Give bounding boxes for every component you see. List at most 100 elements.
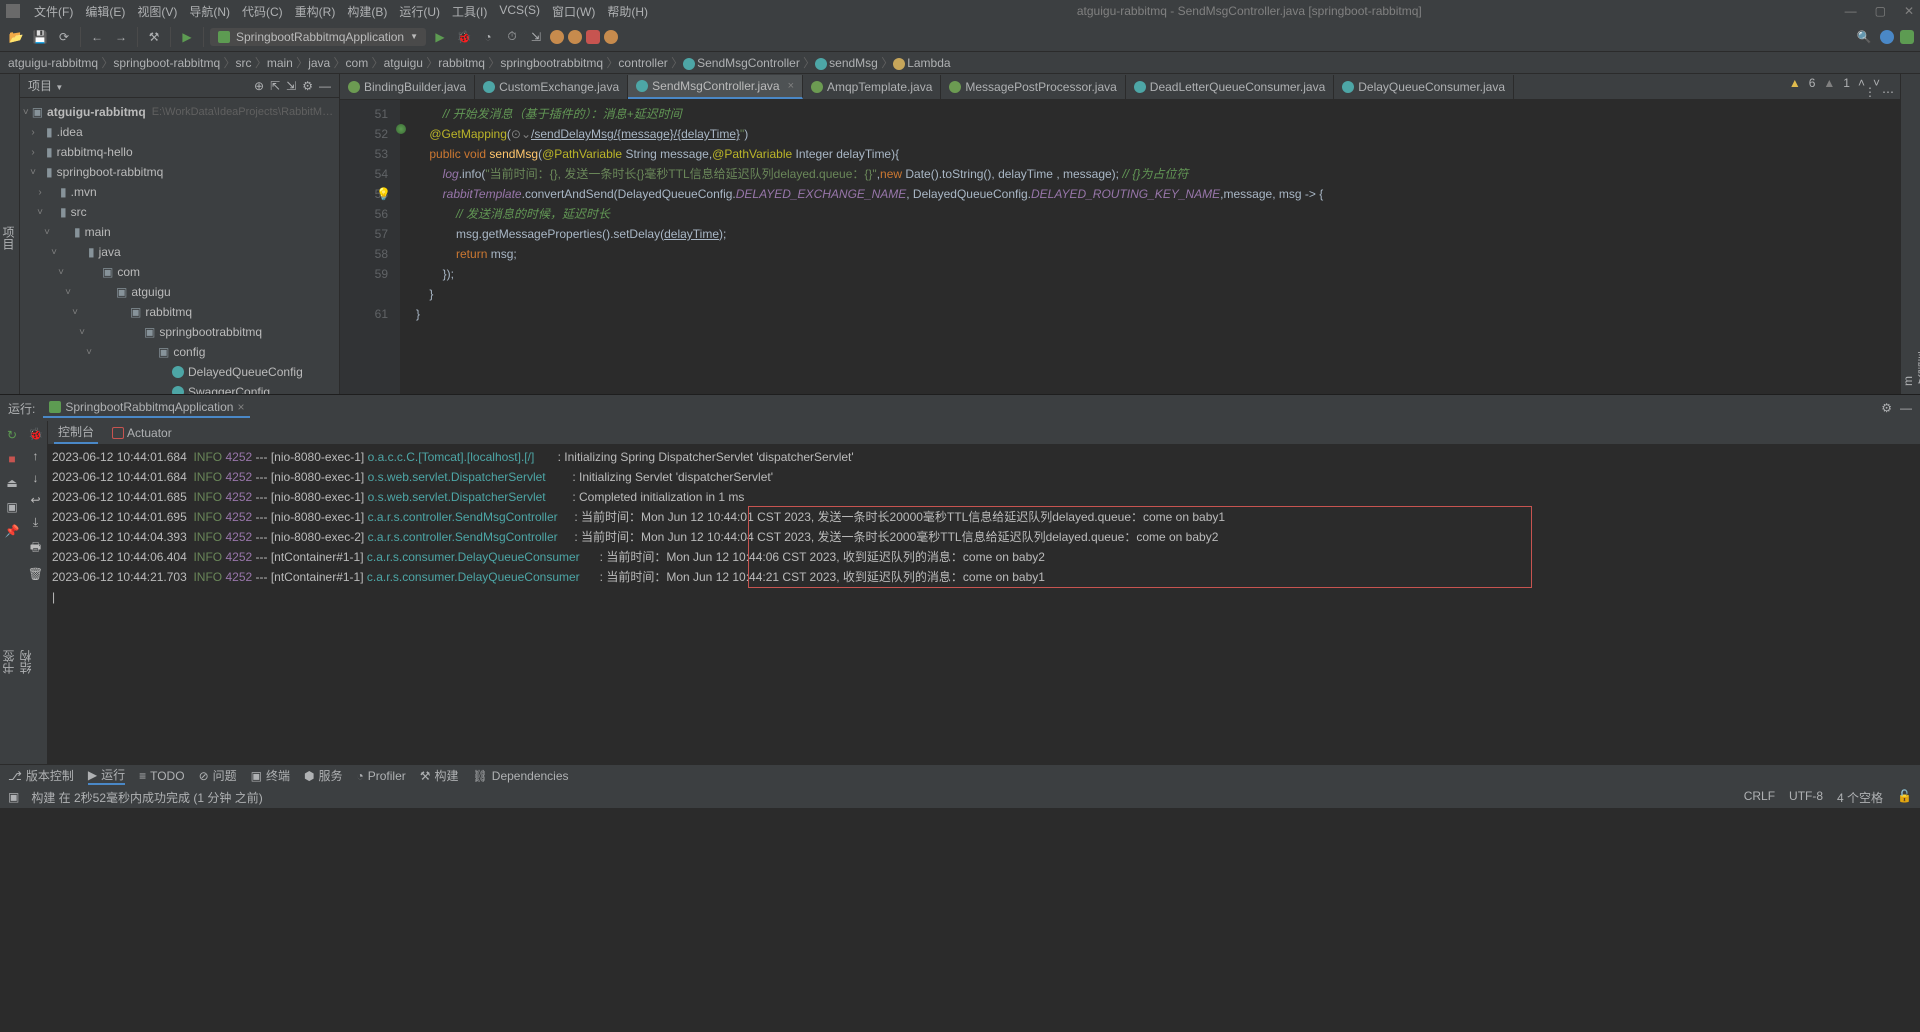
pin-icon[interactable]: 📌 <box>4 523 20 539</box>
attach-icon[interactable]: ⇲ <box>526 27 546 47</box>
todo-tab[interactable]: ≡ TODO <box>139 769 184 783</box>
minimize-icon[interactable]: — <box>1845 4 1857 18</box>
tree-mvn[interactable]: ›▮.mvn <box>20 182 339 202</box>
crumb-main[interactable]: main <box>267 56 293 70</box>
rerun-icon[interactable]: ↻ <box>4 427 20 443</box>
editor-tab-BindingBuilder.java[interactable]: BindingBuilder.java <box>340 75 475 99</box>
database-tab[interactable]: 数据库 <box>1915 90 1920 386</box>
problems-tab[interactable]: ⊘ 问题 <box>199 767 237 784</box>
editor-tab-CustomExchange.java[interactable]: CustomExchange.java <box>475 75 628 99</box>
crumb-java[interactable]: java <box>308 56 330 70</box>
tree-delayedcfg[interactable]: DelayedQueueConfig <box>20 362 339 382</box>
editor-tab-MessagePostProcessor.java[interactable]: MessagePostProcessor.java <box>941 75 1125 99</box>
ide-settings-icon[interactable] <box>1900 30 1914 44</box>
menu-VCS(S)[interactable]: VCS(S) <box>493 3 546 20</box>
stop-icon[interactable]: ■ <box>4 451 20 467</box>
dependencies-tab[interactable]: ⛓ Dependencies <box>473 769 569 783</box>
maximize-icon[interactable]: ▢ <box>1875 4 1886 18</box>
intention-bulb-icon[interactable]: 💡 <box>376 184 391 204</box>
collapse-icon[interactable]: ⇲ <box>286 79 296 93</box>
menu-帮助(H)[interactable]: 帮助(H) <box>601 3 654 20</box>
code-inspection-status[interactable]: ▲6 ▲1 ˄ ˅ <box>1789 76 1880 90</box>
updates-icon[interactable] <box>1880 30 1894 44</box>
back-icon[interactable]: ← <box>87 27 107 47</box>
menu-视图(V)[interactable]: 视图(V) <box>131 3 183 20</box>
expand-icon[interactable]: ⇱ <box>270 79 280 93</box>
save-all-icon[interactable]: 💾 <box>30 27 50 47</box>
crumb-Lambda[interactable]: Lambda <box>893 56 950 70</box>
crumb-rabbitmq[interactable]: rabbitmq <box>438 56 485 70</box>
nav-breadcrumb[interactable]: atguigu-rabbitmq 〉springboot-rabbitmq 〉s… <box>0 52 1920 74</box>
tree-sbr[interactable]: ˅▣springbootrabbitmq <box>20 322 339 342</box>
readonly-lock-icon[interactable]: 🔓 <box>1897 789 1912 806</box>
console-output[interactable]: 2023-06-12 10:44:01.684 INFO 4252 --- [n… <box>48 445 1920 764</box>
vcs-tab[interactable]: ⎇ 版本控制 <box>8 767 74 784</box>
menu-代码(C)[interactable]: 代码(C) <box>236 3 289 20</box>
run-gutter-icon[interactable] <box>396 124 406 134</box>
dot1-icon[interactable] <box>550 30 564 44</box>
run-config-tab[interactable]: SpringbootRabbitmqApplication × <box>43 398 250 418</box>
settings-icon[interactable]: ⚙ <box>302 79 313 93</box>
main-menu[interactable]: 文件(F)编辑(E)视图(V)导航(N)代码(C)重构(R)构建(B)运行(U)… <box>28 3 654 20</box>
crumb-src[interactable]: src <box>235 56 251 70</box>
tree-root[interactable]: ˅▣atguigu-rabbitmqE:\WorkData\IdeaProjec… <box>20 102 339 122</box>
menu-构建(B)[interactable]: 构建(B) <box>341 3 393 20</box>
hide-icon[interactable]: — <box>1900 401 1912 415</box>
code-editor[interactable]: 💡 51525354555657585961 // 开始发消息（基于插件的）：消… <box>340 100 1900 394</box>
tree-rabbitmq[interactable]: ˅▣rabbitmq <box>20 302 339 322</box>
profile-icon[interactable]: ⏱ <box>502 27 522 47</box>
up-stack-icon[interactable]: ↑ <box>33 449 39 463</box>
tree-main[interactable]: ˅▮main <box>20 222 339 242</box>
editor-tab-SendMsgController.java[interactable]: SendMsgController.java× <box>628 75 803 99</box>
services-tab[interactable]: ⬢ 服务 <box>304 767 343 784</box>
editor-tab-AmqpTemplate.java[interactable]: AmqpTemplate.java <box>803 75 941 99</box>
open-icon[interactable]: 📂 <box>6 27 26 47</box>
menu-窗口(W)[interactable]: 窗口(W) <box>546 3 601 20</box>
up-icon[interactable]: ˄ <box>1858 76 1865 90</box>
menu-运行(U)[interactable]: 运行(U) <box>393 3 446 20</box>
actuator-tab[interactable]: Actuator <box>108 424 176 442</box>
tree-java[interactable]: ˅▮java <box>20 242 339 262</box>
sync-icon[interactable]: ⟳ <box>54 27 74 47</box>
crumb-springbootrabbitmq[interactable]: springbootrabbitmq <box>500 56 603 70</box>
settings-icon[interactable]: ⚙ <box>1881 401 1892 415</box>
build-tab[interactable]: ⚒ 构建 <box>420 767 459 784</box>
clear-icon[interactable]: 🗑 <box>28 567 43 581</box>
tree-atguigu[interactable]: ˅▣atguigu <box>20 282 339 302</box>
crumb-springboot-rabbitmq[interactable]: springboot-rabbitmq <box>113 56 220 70</box>
debug-icon[interactable]: 🐞 <box>454 27 474 47</box>
structure-tab[interactable]: 结构 <box>17 650 34 674</box>
file-encoding[interactable]: UTF-8 <box>1789 789 1823 806</box>
scroll-end-icon[interactable]: ⤓ <box>33 515 38 530</box>
line-separator[interactable]: CRLF <box>1744 789 1775 806</box>
chevron-down-icon[interactable]: ▼ <box>55 83 63 92</box>
tree-idea[interactable]: ›▮.idea <box>20 122 339 142</box>
editor-tab-DeadLetterQueueConsumer.java[interactable]: DeadLetterQueueConsumer.java <box>1126 75 1334 99</box>
profiler-tab[interactable]: ◔ Profiler <box>357 769 406 783</box>
crumb-sendMsg[interactable]: sendMsg <box>815 56 878 70</box>
close-icon[interactable]: × <box>788 80 794 92</box>
crumb-atguigu-rabbitmq[interactable]: atguigu-rabbitmq <box>8 56 98 70</box>
crumb-atguigu[interactable]: atguigu <box>384 56 423 70</box>
menu-导航(N)[interactable]: 导航(N) <box>183 3 236 20</box>
menu-工具(I)[interactable]: 工具(I) <box>446 3 493 20</box>
crumb-SendMsgController[interactable]: SendMsgController <box>683 56 800 70</box>
menu-编辑(E)[interactable]: 编辑(E) <box>79 3 131 20</box>
status-indicator-icon[interactable]: ▣ <box>8 790 19 804</box>
run-shortcut-icon[interactable]: ▶ <box>177 27 197 47</box>
close-tab-icon[interactable]: × <box>237 400 244 414</box>
project-tree[interactable]: ˅▣atguigu-rabbitmqE:\WorkData\IdeaProjec… <box>20 98 339 394</box>
dot2-icon[interactable] <box>568 30 582 44</box>
left-stripe-lower[interactable]: 书签 结构 <box>0 640 20 684</box>
stop-icon[interactable] <box>586 30 600 44</box>
crumb-com[interactable]: com <box>346 56 369 70</box>
menu-重构(R)[interactable]: 重构(R) <box>289 3 342 20</box>
bottom-tool-tabs[interactable]: ⎇ 版本控制 ▶ 运行 ≡ TODO ⊘ 问题 ▣ 终端 ⬢ 服务 ◔ Prof… <box>0 764 1920 786</box>
build-icon[interactable]: ⚒ <box>144 27 164 47</box>
left-stripe-project[interactable]: 项目 <box>0 74 20 394</box>
console-tab[interactable]: 控制台 <box>54 421 98 444</box>
print-icon[interactable]: 🖶 <box>30 538 41 559</box>
exit-icon[interactable]: ⏏ <box>4 475 20 491</box>
menu-文件(F)[interactable]: 文件(F) <box>28 3 79 20</box>
dot3-icon[interactable] <box>604 30 618 44</box>
